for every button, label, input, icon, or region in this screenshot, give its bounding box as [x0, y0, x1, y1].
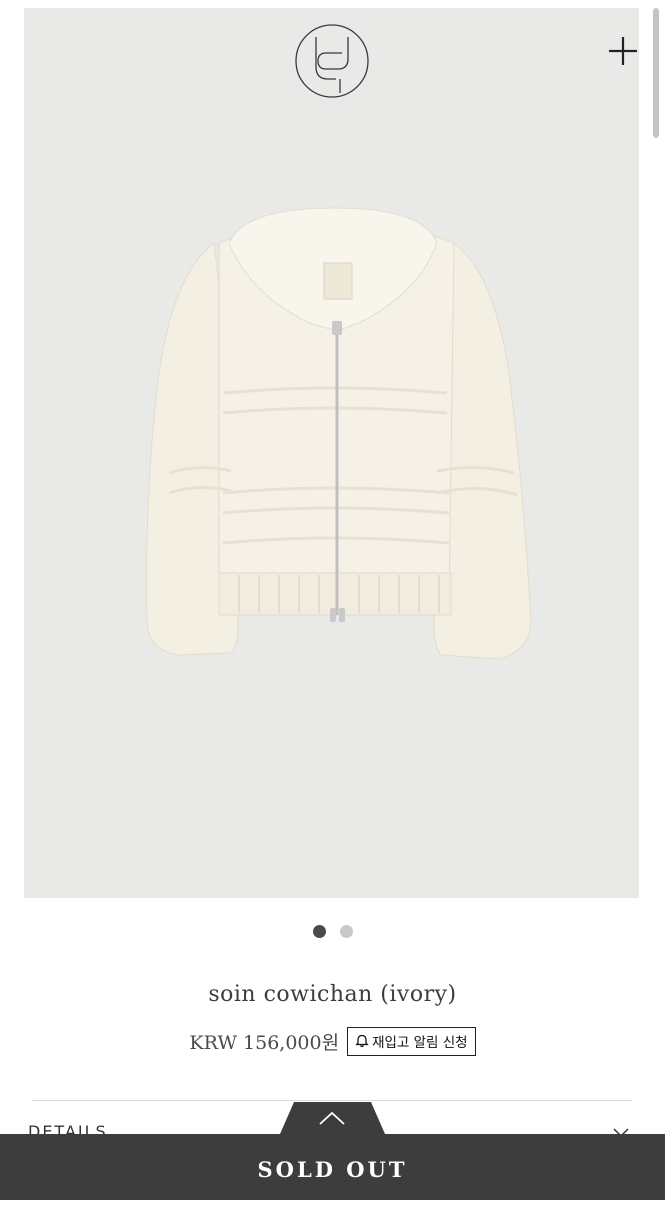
price-row: KRW 156,000원 재입고 알림 신청 — [0, 1027, 665, 1056]
scrollbar[interactable] — [653, 8, 659, 138]
section-divider — [32, 1100, 632, 1101]
carousel-dot-1[interactable] — [312, 925, 326, 938]
plus-icon[interactable] — [606, 34, 639, 68]
product-photo-cardigan — [146, 207, 532, 660]
carousel-dot-2[interactable] — [339, 925, 353, 938]
carousel-pagination — [0, 925, 665, 938]
bell-icon — [355, 1034, 369, 1048]
product-image-carousel[interactable] — [24, 8, 639, 898]
scroll-up-tab[interactable] — [280, 1102, 385, 1134]
sold-out-button[interactable]: SOLD OUT — [0, 1134, 665, 1200]
restock-alert-label: 재입고 알림 신청 — [372, 1035, 468, 1051]
product-price: KRW 156,000원 — [189, 1032, 340, 1054]
restock-alert-button[interactable]: 재입고 알림 신청 — [347, 1027, 476, 1056]
brand-logo-icon[interactable] — [294, 23, 370, 99]
product-name: soin cowichan (ivory) — [208, 982, 457, 1007]
